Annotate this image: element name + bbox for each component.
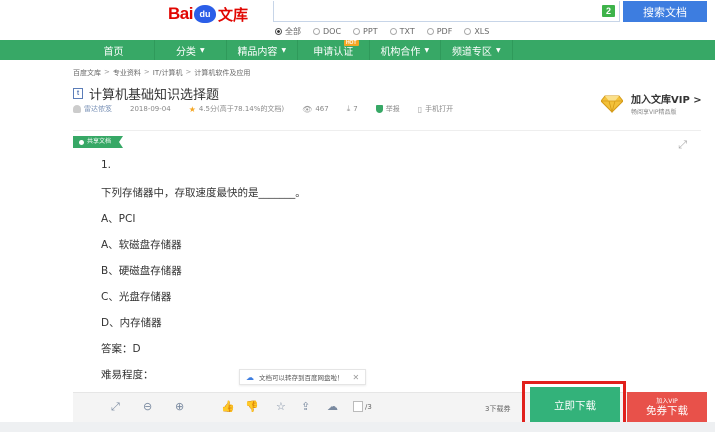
logo-wenku: 文库 (217, 5, 248, 24)
doc-line: 难易程度： (101, 369, 154, 381)
filter-pdf[interactable]: PDF (426, 26, 452, 37)
caret-down-icon: ▼ (199, 46, 205, 54)
search-button[interactable]: 搜索文档 (623, 1, 707, 22)
breadcrumb-link[interactable]: IT/计算机 (153, 68, 183, 78)
phone-icon: ▯ (417, 104, 423, 114)
nav-premium[interactable]: 精品内容 ▼ (227, 40, 298, 60)
cloud-icon: ☁ (246, 372, 254, 382)
logo-paw-icon: du (193, 5, 216, 23)
nav-home[interactable]: 首页 (73, 40, 155, 60)
doc-line: 答案：D (101, 343, 141, 355)
user-icon (79, 139, 84, 145)
close-icon[interactable]: ✕ (353, 373, 360, 382)
search-input[interactable]: 2 (273, 1, 620, 22)
download-count: 7 (353, 105, 358, 113)
vip-diamond-icon (601, 95, 623, 113)
coupon-cost: 3下载券 (485, 405, 511, 413)
nav-category[interactable]: 分类 ▼ (155, 40, 227, 60)
radio-icon[interactable] (275, 28, 282, 35)
view-count: 467 (315, 105, 329, 113)
fullscreen-icon[interactable]: ⤢ (678, 139, 687, 152)
txt-file-icon: t (73, 88, 83, 99)
radio-icon[interactable] (389, 28, 397, 35)
filter-xls[interactable]: XLS (464, 26, 489, 37)
thumbs-up-icon[interactable]: 👍 (221, 401, 235, 413)
breadcrumb-link[interactable]: 计算机软件及应用 (194, 68, 250, 78)
document-viewer: 共享文档 ⤢ 1. 下列存储器中，存取速度最快的是_______。 A、PCI … (73, 130, 701, 392)
cloud-icon[interactable]: ☁ (327, 401, 338, 413)
filter-txt[interactable]: TXT (389, 26, 415, 37)
doc-line: A、软磁盘存储器 (101, 239, 182, 251)
fit-screen-icon[interactable]: ⤢ (111, 401, 120, 413)
nav-certification[interactable]: 申请认证 HOT (298, 40, 370, 60)
bottom-strip (0, 422, 715, 432)
zoom-in-icon[interactable]: ⊕ (175, 401, 184, 413)
filter-doc[interactable]: DOC (313, 26, 341, 37)
star-icon: ★ (188, 104, 196, 114)
caret-down-icon: ▼ (281, 46, 287, 54)
nav-institution[interactable]: 机构合作 ▼ (370, 40, 441, 60)
caret-down-icon: ▼ (495, 46, 501, 54)
filetype-filters: 全部 DOC PPT TXT PDF XLS (275, 26, 489, 37)
radio-icon[interactable] (313, 28, 320, 35)
save-to-netdisk-toast: ☁ 文档可以转存到百度网盘啦！ ✕ (239, 369, 367, 385)
share-icon[interactable]: ⇪ (301, 401, 310, 413)
star-icon[interactable]: ☆ (276, 401, 286, 413)
shared-doc-tag: 共享文档 (73, 136, 124, 148)
doc-line: B、硬磁盘存储器 (101, 265, 182, 277)
user-icon (73, 105, 81, 113)
doc-line: C、光盘存储器 (101, 291, 172, 303)
vip-banner[interactable]: 加入文库VIP > 畅阅享VIP精品版 (601, 91, 702, 116)
radio-icon[interactable] (464, 28, 472, 35)
report-link[interactable]: 举报 (375, 104, 400, 114)
doc-line: D、内存储器 (101, 317, 162, 329)
thumbs-down-icon[interactable]: 👎 (245, 401, 259, 413)
download-now-button[interactable]: 立即下载 (530, 387, 620, 423)
zoom-out-icon[interactable]: ⊖ (143, 401, 152, 413)
vip-free-download-button[interactable]: 加入VIP 免券下载 (627, 392, 707, 423)
eye-icon: 👁 (302, 104, 313, 114)
hot-badge: HOT (343, 40, 359, 46)
filter-ppt[interactable]: PPT (353, 26, 378, 37)
vip-banner-subtitle: 畅阅享VIP精品版 (631, 109, 677, 116)
doc-line: A、PCI (101, 213, 136, 225)
doc-line: 1. (101, 159, 112, 171)
doc-title-row: t 计算机基础知识选择题 (73, 84, 219, 103)
logo-bai: Bai (168, 4, 193, 23)
caret-down-icon: ▼ (424, 46, 430, 54)
upload-date: 2018-09-04 (130, 105, 171, 113)
author-link[interactable]: 雷达侬笈 (84, 104, 112, 114)
shield-icon (375, 105, 383, 113)
page-indicator: /3 (353, 401, 372, 412)
main-nav: 首页 分类 ▼ 精品内容 ▼ 申请认证 HOT 机构合作 ▼ 频道专区 ▼ (0, 40, 715, 60)
breadcrumb-link[interactable]: 百度文库 (73, 68, 101, 78)
header: Bai du 文库 2 搜索文档 全部 DOC PPT TXT PDF XLS (0, 0, 715, 40)
filter-all[interactable]: 全部 (275, 26, 301, 37)
vip-banner-title: 加入文库VIP > (631, 95, 702, 106)
doc-line: 下列存储器中，存取速度最快的是_______。 (101, 187, 306, 199)
rating: 4.5分(高于78.14%的文档) (198, 105, 285, 113)
download-icon: ⤓ (346, 104, 351, 113)
doc-meta: 雷达侬笈 2018-09-04 ★ 4.5分(高于78.14%的文档) 👁 467 … (73, 104, 471, 114)
page-input[interactable] (353, 401, 363, 412)
breadcrumb: 百度文库 > 专业资料 > IT/计算机 > 计算机软件及应用 (73, 68, 251, 78)
radio-icon[interactable] (426, 28, 434, 35)
baidu-wenku-logo[interactable]: Bai du 文库 (168, 4, 248, 24)
page-title: 计算机基础知识选择题 (89, 88, 220, 103)
search-count-badge: 2 (602, 5, 615, 17)
nav-channels[interactable]: 频道专区 ▼ (441, 40, 513, 60)
radio-icon[interactable] (353, 28, 361, 35)
mobile-open-link[interactable]: ▯ 手机打开 (418, 104, 453, 114)
breadcrumb-link[interactable]: 专业资料 (113, 68, 141, 78)
